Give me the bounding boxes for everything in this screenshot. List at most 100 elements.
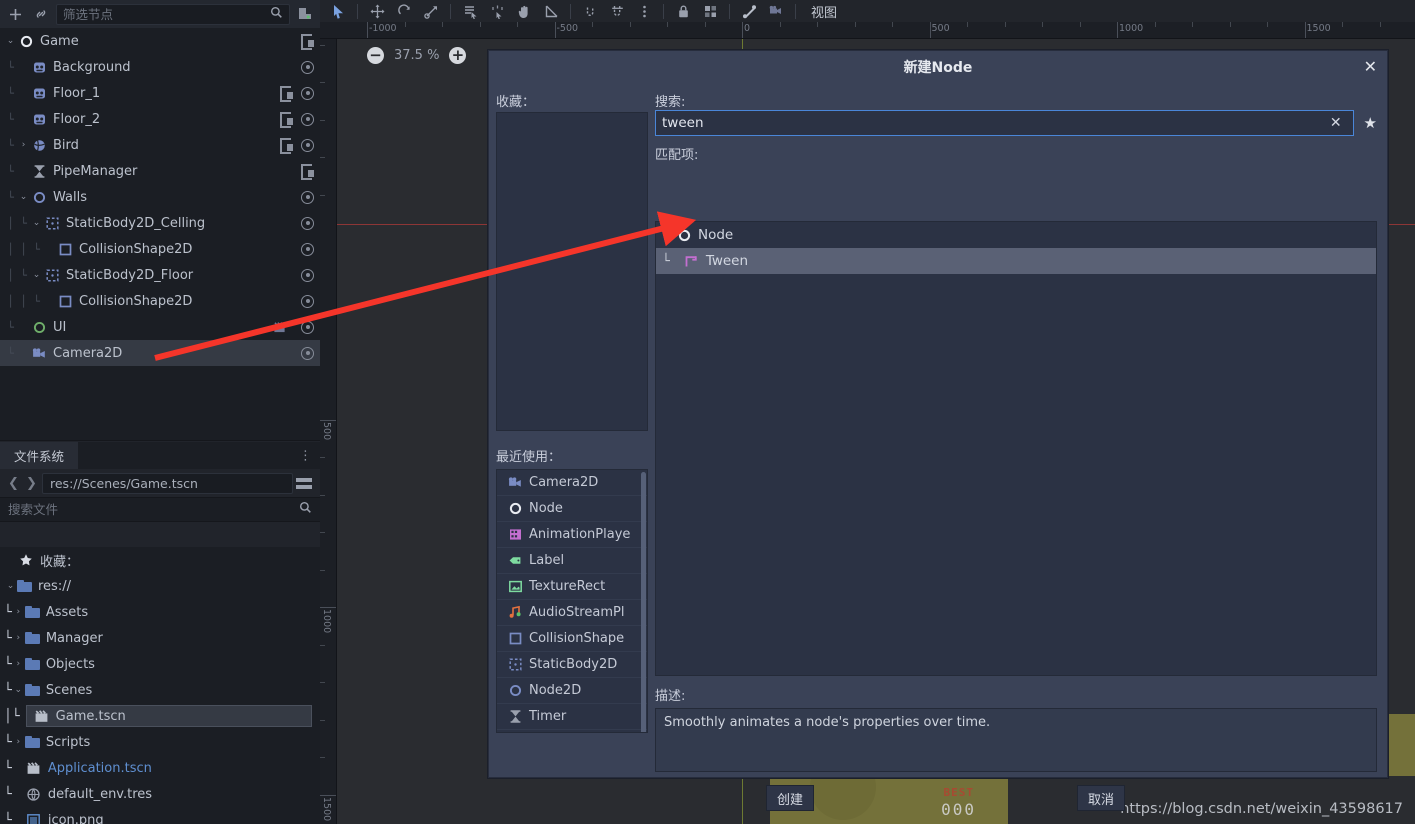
- visibility-icon[interactable]: [301, 216, 314, 230]
- chevron-right-icon[interactable]: ›: [12, 659, 25, 669]
- chevron-down-icon[interactable]: ⌄: [12, 685, 25, 695]
- chevron-down-icon[interactable]: ⌄: [4, 36, 17, 46]
- node-search-input[interactable]: [662, 115, 1325, 131]
- chevron-down-icon[interactable]: ⌄: [4, 581, 17, 591]
- scene-tree[interactable]: ⌄ Game └ Background └ Floor_1 └ Floor_2 └ › Bird └ P…: [0, 28, 320, 441]
- zoom-in-icon[interactable]: +: [449, 47, 467, 64]
- recent-item-staticbody2d[interactable]: StaticBody2D: [497, 652, 647, 678]
- scene-tree-item-camera2d[interactable]: └ Camera2D: [0, 340, 320, 366]
- filesystem-item-manager[interactable]: └ › Manager: [0, 625, 320, 651]
- visibility-icon[interactable]: [301, 138, 314, 152]
- ruler-tool-icon[interactable]: [484, 1, 510, 22]
- nav-forward-icon[interactable]: ❯: [24, 476, 39, 491]
- snap-options-icon[interactable]: [631, 1, 657, 22]
- select-tool-icon[interactable]: [325, 1, 351, 22]
- link-icon[interactable]: [30, 3, 52, 25]
- star-icon[interactable]: ★: [1364, 114, 1377, 132]
- visibility-icon[interactable]: [301, 86, 314, 100]
- scene-tree-item-bird[interactable]: └ › Bird: [0, 132, 320, 158]
- filesystem-item-scenes[interactable]: └ ⌄ Scenes: [0, 677, 320, 703]
- recent-item-animationplaye[interactable]: AnimationPlaye: [497, 522, 647, 548]
- lock-icon[interactable]: [670, 1, 696, 22]
- chevron-right-icon[interactable]: ›: [12, 737, 25, 747]
- split-mode-icon[interactable]: [296, 474, 314, 492]
- favorites-list[interactable]: [496, 112, 648, 431]
- list-select-icon[interactable]: [457, 1, 483, 22]
- filesystem-item-res-[interactable]: ⌄ res://: [0, 573, 320, 599]
- recent-item-texturerect[interactable]: TextureRect: [497, 574, 647, 600]
- tab-filesystem[interactable]: 文件系统: [0, 442, 79, 469]
- script-icon[interactable]: [280, 86, 293, 102]
- close-icon[interactable]: ✕: [1364, 59, 1377, 75]
- recent-item-node2d[interactable]: Node2D: [497, 678, 647, 704]
- filesystem-item-scripts[interactable]: └ › Scripts: [0, 729, 320, 755]
- path-display[interactable]: res://Scenes/Game.tscn: [42, 472, 293, 494]
- filesystem-search-input[interactable]: [8, 502, 299, 517]
- matches-tree[interactable]: ⌄ Node └ Tween: [655, 221, 1377, 676]
- chevron-right-icon[interactable]: ›: [12, 633, 25, 643]
- visibility-icon[interactable]: [301, 268, 314, 282]
- grid-snap-icon[interactable]: [604, 1, 630, 22]
- chevron-down-icon[interactable]: ⌄: [17, 192, 30, 202]
- scene-tree-item-floor-1[interactable]: └ Floor_1: [0, 80, 320, 106]
- filesystem-item-objects[interactable]: └ › Objects: [0, 651, 320, 677]
- filesystem-item-game-tscn[interactable]: │ └ Game.tscn: [0, 703, 320, 729]
- zoom-out-icon[interactable]: −: [367, 47, 384, 64]
- recent-item-label[interactable]: Label: [497, 548, 647, 574]
- recent-item-area2d[interactable]: Area2D: [497, 730, 647, 732]
- camera-override-icon[interactable]: [763, 1, 789, 22]
- clear-icon[interactable]: ✕: [1325, 115, 1347, 131]
- chevron-right-icon[interactable]: ›: [12, 607, 25, 617]
- node-filter-field[interactable]: [56, 3, 290, 25]
- chevron-down-icon[interactable]: ⌄: [30, 218, 43, 228]
- visibility-icon[interactable]: [301, 294, 314, 308]
- script-icon[interactable]: [280, 138, 293, 154]
- scene-tree-item-collisionshape2d[interactable]: │ │ └ CollisionShape2D: [0, 288, 320, 314]
- chevron-right-icon[interactable]: ›: [17, 140, 30, 150]
- visibility-icon[interactable]: [301, 320, 314, 334]
- chevron-down-icon[interactable]: ⌄: [30, 270, 43, 280]
- script-icon[interactable]: [280, 112, 293, 128]
- recent-item-node[interactable]: Node: [497, 496, 647, 522]
- visibility-icon[interactable]: [301, 242, 314, 256]
- visibility-icon[interactable]: [301, 60, 314, 74]
- visibility-icon[interactable]: [301, 190, 314, 204]
- filesystem-item-assets[interactable]: └ › Assets: [0, 599, 320, 625]
- scene-tree-item-game[interactable]: ⌄ Game: [0, 28, 320, 54]
- pan-tool-icon[interactable]: [511, 1, 537, 22]
- recent-item-collisionshape[interactable]: CollisionShape: [497, 626, 647, 652]
- node-filter-input[interactable]: [63, 6, 270, 22]
- group-icon[interactable]: [697, 1, 723, 22]
- recent-item-audiostreampl[interactable]: AudioStreamPl: [497, 600, 647, 626]
- new-script-icon[interactable]: [294, 3, 316, 25]
- filesystem-menu-icon[interactable]: ⋮: [299, 449, 312, 462]
- match-item-node[interactable]: ⌄ Node: [656, 222, 1376, 248]
- scale-tool-icon[interactable]: [418, 1, 444, 22]
- move-tool-icon[interactable]: [364, 1, 390, 22]
- recent-list[interactable]: Camera2D Node AnimationPlaye Label TextureRe…: [496, 469, 648, 733]
- smart-snap-icon[interactable]: [538, 1, 564, 22]
- scene-tree-item-collisionshape2d[interactable]: │ │ └ CollisionShape2D: [0, 236, 320, 262]
- scene-tree-item-background[interactable]: └ Background: [0, 54, 320, 80]
- recent-item-camera2d[interactable]: Camera2D: [497, 470, 647, 496]
- match-item-tween[interactable]: └ Tween: [656, 248, 1376, 274]
- create-button[interactable]: 创建: [766, 785, 815, 811]
- filesystem-item--[interactable]: 收藏：: [0, 547, 320, 573]
- scene-tree-item-walls[interactable]: └ ⌄ Walls: [0, 184, 320, 210]
- filesystem-item-icon-png[interactable]: └ icon.png: [0, 807, 320, 824]
- cancel-button[interactable]: 取消: [1077, 785, 1126, 811]
- scene-tree-item-floor-2[interactable]: └ Floor_2: [0, 106, 320, 132]
- search-icon[interactable]: [299, 501, 312, 518]
- scene-tree-item-staticbody2d-floor[interactable]: │ └ ⌄ StaticBody2D_Floor: [0, 262, 320, 288]
- nav-back-icon[interactable]: ❮: [6, 476, 21, 491]
- chevron-down-icon[interactable]: ⌄: [662, 230, 675, 240]
- scene-tree-item-ui[interactable]: └ UI: [0, 314, 320, 340]
- visibility-icon[interactable]: [301, 112, 314, 126]
- filesystem-item-application-tscn[interactable]: └ Application.tscn: [0, 755, 320, 781]
- search-icon[interactable]: [270, 6, 283, 23]
- filesystem-search-field[interactable]: [0, 497, 320, 522]
- add-node-icon[interactable]: [4, 3, 26, 25]
- filesystem-tree[interactable]: 收藏： ⌄ res://└ › Assets └ › Manager └ › Objects └ ⌄ Sc…: [0, 547, 320, 824]
- visibility-icon[interactable]: [301, 346, 314, 360]
- rotate-tool-icon[interactable]: [391, 1, 417, 22]
